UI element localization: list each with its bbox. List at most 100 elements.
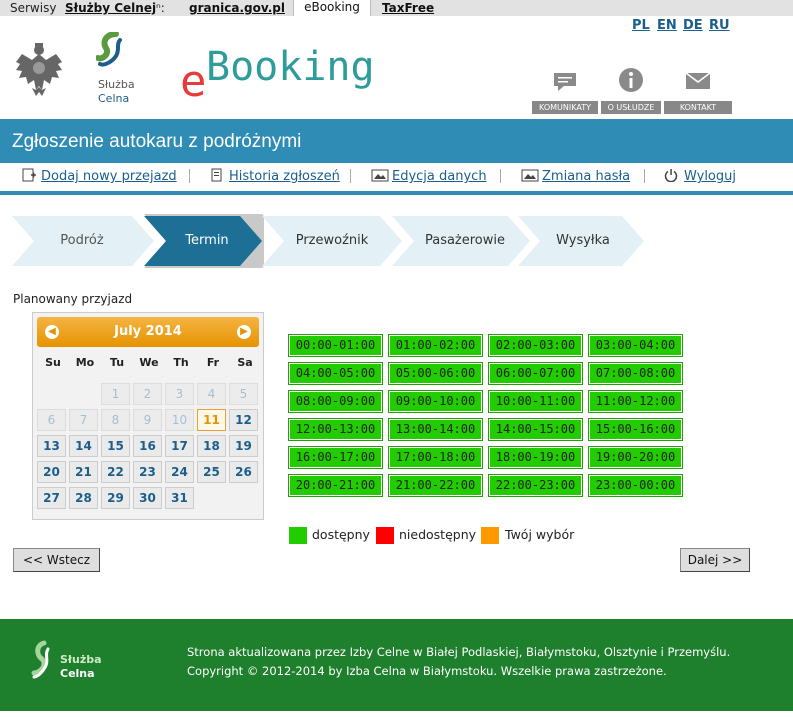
calendar-day[interactable]: 26	[229, 461, 258, 483]
calendar-day[interactable]: 21	[69, 461, 98, 483]
password-icon	[521, 169, 539, 182]
calendar-day: 10	[165, 409, 194, 431]
time-slot[interactable]: 10:00-11:00	[488, 390, 583, 413]
step-przewoznik[interactable]: Przewoźnik	[282, 214, 382, 268]
o-usludze-button[interactable]: O USŁUDZE	[601, 101, 661, 114]
calendar-day[interactable]: 25	[197, 461, 226, 483]
calendar-day[interactable]: 22	[101, 461, 130, 483]
main-nav: Dodaj nowy przejazd Historia zgłoszeń Ed…	[0, 163, 793, 193]
time-slot[interactable]: 16:00-17:00	[288, 446, 383, 469]
nav-logout[interactable]: Wyloguj	[684, 169, 736, 184]
taxfree-link[interactable]: TaxFree	[382, 1, 434, 15]
time-slot[interactable]: 08:00-09:00	[288, 390, 383, 413]
calendar-day[interactable]: 15	[101, 435, 130, 457]
footer: Służba Celna Strona aktualizowana przez …	[0, 619, 793, 711]
time-slot[interactable]: 17:00-18:00	[388, 446, 483, 469]
komunikaty-button[interactable]: KOMUNIKATY	[532, 101, 598, 114]
legend-unavailable-swatch	[376, 527, 394, 544]
nav-history[interactable]: Historia zgłoszeń	[229, 169, 340, 184]
lang-de[interactable]: DE	[683, 18, 703, 33]
calendar-day[interactable]: 17	[165, 435, 194, 457]
planned-arrival-label: Planowany przyjazd	[13, 292, 133, 306]
info-icon[interactable]	[617, 66, 645, 94]
time-slot[interactable]: 11:00-12:00	[588, 390, 683, 413]
nav-edit-data[interactable]: Edycja danych	[392, 169, 487, 184]
calendar-day[interactable]: 30	[133, 487, 162, 509]
calendar-day[interactable]: 24	[165, 461, 194, 483]
calendar-day[interactable]: 13	[37, 435, 66, 457]
header: Służba Celna e Booking PL EN DE RU KOMUN…	[0, 16, 793, 119]
time-slot[interactable]: 07:00-08:00	[588, 362, 683, 385]
eagle-emblem-icon	[16, 43, 62, 96]
time-slot[interactable]: 18:00-19:00	[488, 446, 583, 469]
next-month-icon[interactable]: ▶	[237, 325, 251, 339]
lang-ru[interactable]: RU	[709, 18, 730, 33]
footer-text: Strona aktualizowana przez Izby Celne w …	[187, 643, 730, 681]
time-slot[interactable]: 09:00-10:00	[388, 390, 483, 413]
ebooking-logo: Booking	[206, 44, 375, 90]
time-slot[interactable]: 03:00-04:00	[588, 334, 683, 357]
time-slot[interactable]: 14:00-15:00	[488, 418, 583, 441]
time-slot[interactable]: 21:00-22:00	[388, 474, 483, 497]
page-title: Zgłoszenie autokaru z podróżnymi	[12, 131, 302, 152]
nav-separator	[189, 169, 190, 183]
granica-link[interactable]: granica.gov.pl	[189, 1, 285, 15]
kontakt-button[interactable]: KONTAKT	[664, 101, 732, 114]
sluzby-celnej-link[interactable]: Służby Celnej	[65, 1, 156, 15]
calendar-day: 1	[101, 383, 130, 405]
calendar-day[interactable]: 31	[165, 487, 194, 509]
time-slot[interactable]: 23:00-00:00	[588, 474, 683, 497]
prev-month-icon[interactable]: ◀	[45, 325, 59, 339]
envelope-icon[interactable]	[685, 72, 711, 90]
time-slot[interactable]: 13:00-14:00	[388, 418, 483, 441]
time-slot[interactable]: 19:00-20:00	[588, 446, 683, 469]
nav-change-password[interactable]: Zmiana hasła	[542, 169, 630, 184]
calendar-day: 3	[165, 383, 194, 405]
step-podroz[interactable]: Podróż	[36, 214, 128, 268]
calendar-day: 8	[101, 409, 130, 431]
calendar-day[interactable]: 18	[197, 435, 226, 457]
time-slot[interactable]: 22:00-23:00	[488, 474, 583, 497]
back-button[interactable]: << Wstecz	[13, 548, 100, 572]
day-of-week-label: Sa	[237, 356, 253, 369]
step-wysylka[interactable]: Wysyłka	[538, 214, 628, 268]
lang-pl[interactable]: PL	[632, 18, 650, 33]
step-pasazerowie[interactable]: Pasażerowie	[412, 214, 518, 268]
time-slot[interactable]: 00:00-01:00	[288, 334, 383, 357]
ebooking-logo-e: e	[180, 56, 207, 107]
footer-logo-line2: Celna	[60, 667, 95, 680]
calendar-day[interactable]: 29	[101, 487, 130, 509]
ebooking-tab[interactable]: eBooking	[293, 0, 371, 16]
messages-icon[interactable]	[552, 70, 578, 94]
footer-line2: Copyright © 2012-2014 by Izba Celna w Bi…	[187, 664, 667, 678]
time-slot[interactable]: 04:00-05:00	[288, 362, 383, 385]
nav-add-trip[interactable]: Dodaj nowy przejazd	[41, 169, 177, 184]
calendar-day[interactable]: 23	[133, 461, 162, 483]
time-slot[interactable]: 12:00-13:00	[288, 418, 383, 441]
day-of-week-label: Mo	[75, 356, 95, 369]
calendar-day[interactable]: 16	[133, 435, 162, 457]
calendar-day[interactable]: 28	[69, 487, 98, 509]
calendar-day[interactable]: 14	[69, 435, 98, 457]
time-slot[interactable]: 20:00-21:00	[288, 474, 383, 497]
power-icon	[664, 169, 678, 182]
step-termin[interactable]: Termin	[164, 214, 250, 268]
time-slot[interactable]: 15:00-16:00	[588, 418, 683, 441]
legend-selected-label: Twój wybór	[505, 527, 575, 542]
calendar-day[interactable]: 27	[37, 487, 66, 509]
legend-selected-swatch	[481, 527, 499, 544]
calendar-day[interactable]: 12	[229, 409, 258, 431]
time-slot[interactable]: 01:00-02:00	[388, 334, 483, 357]
time-slot[interactable]: 06:00-07:00	[488, 362, 583, 385]
lang-en[interactable]: EN	[657, 18, 677, 33]
day-of-week-label: Tu	[109, 356, 125, 369]
time-slot[interactable]: 02:00-03:00	[488, 334, 583, 357]
next-button[interactable]: Dalej >>	[680, 548, 750, 572]
sluzba-text: Służba	[98, 78, 135, 91]
add-document-icon	[22, 168, 36, 182]
time-slot[interactable]: 05:00-06:00	[388, 362, 483, 385]
calendar-day: 7	[69, 409, 98, 431]
calendar-day[interactable]: 20	[37, 461, 66, 483]
calendar-day[interactable]: 11	[197, 409, 226, 431]
calendar-day[interactable]: 19	[229, 435, 258, 457]
